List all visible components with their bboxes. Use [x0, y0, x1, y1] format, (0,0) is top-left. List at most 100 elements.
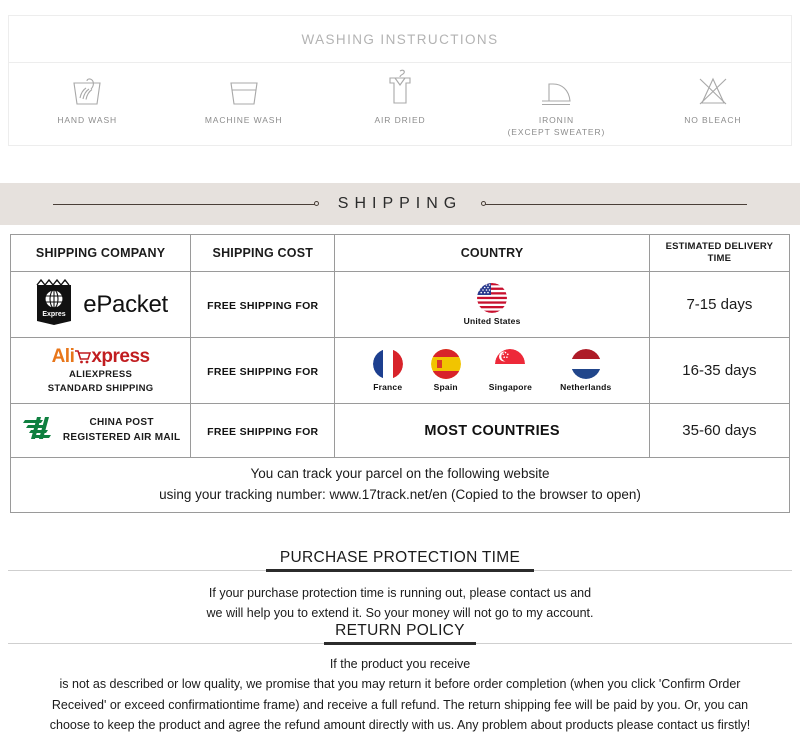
- washing-item-label: IRONIN: [538, 115, 574, 125]
- country-united-states: United States: [464, 283, 521, 326]
- return-policy-body: If the product you receive is not as des…: [0, 648, 800, 735]
- country-name: United States: [463, 316, 521, 326]
- svg-text:Expres: Expres: [43, 311, 66, 318]
- cell-countries: MOST COUNTRIES: [334, 403, 650, 458]
- shipping-banner-title: SHIPPING: [337, 195, 463, 212]
- return-policy-title: RETURN POLICY: [327, 622, 473, 640]
- no-bleach-icon: [635, 69, 791, 109]
- washing-icons-row: HAND WASH MACHINE WASH AIR DRIED IRONIN …: [9, 63, 791, 145]
- carrier-sub-line1: CHINA POST: [89, 417, 154, 428]
- tracking-line-2: using your tracking number: www.17track.…: [159, 486, 641, 502]
- cost-label: FREE SHIPPING FOR: [207, 425, 319, 438]
- shipping-table: SHIPPING COMPANY SHIPPING COST COUNTRY E…: [9, 234, 791, 513]
- washing-item-machine-wash: MACHINE WASH: [165, 69, 321, 126]
- carrier-sub-line2: REGISTERED AIR MAIL: [62, 431, 181, 443]
- purchase-protection-line-1: If your purchase protection time is runn…: [208, 586, 592, 600]
- flag-sg-icon: [495, 349, 526, 379]
- aliexpress-logo: Ali xpress: [51, 345, 151, 368]
- washing-item-hand-wash: HAND WASH: [9, 69, 165, 126]
- eta-label: 7-15 days: [686, 295, 753, 313]
- flag-nl-icon: [570, 349, 601, 379]
- heading-rule-accent: [324, 642, 476, 645]
- header-shipping-company: SHIPPING COMPANY: [9, 234, 192, 272]
- washing-item-label: AIR DRIED: [374, 115, 426, 125]
- purchase-protection-line-2: we will help you to extend it. So your m…: [206, 606, 594, 621]
- cell-cost: FREE SHIPPING FOR: [190, 337, 336, 404]
- banner-line-right: [481, 200, 748, 206]
- cell-carrier-aliexpress: Ali xpress ALIEXPRESS STANDARD SHIPPING: [9, 337, 192, 404]
- washing-item-label: MACHINE WASH: [204, 115, 283, 125]
- table-row: CHINA POST REGISTERED AIR MAIL FREE SHIP…: [9, 403, 791, 458]
- washing-item-label: HAND WASH: [57, 115, 118, 125]
- header-shipping-cost: SHIPPING COST: [190, 234, 336, 272]
- return-policy-line-3: Received' or exceed confirmationtime fra…: [51, 697, 749, 712]
- washing-instructions-title: WASHING INSTRUCTIONS: [9, 16, 791, 63]
- air-dried-icon: [322, 69, 478, 109]
- banner-line-left: [52, 200, 319, 206]
- return-policy-line-2: is not as described or low quality, we p…: [59, 677, 741, 692]
- table-row: Expres ePacket FREE SHIPPING FOR United …: [9, 271, 791, 338]
- cell-eta: 35-60 days: [648, 403, 791, 458]
- country-france: France: [372, 349, 403, 392]
- aliexpress-wordmark-ali: Ali: [51, 345, 75, 367]
- country-text: MOST COUNTRIES: [424, 422, 560, 439]
- country-name: Netherlands: [560, 382, 612, 392]
- aliexpress-wordmark-xpress: xpress: [91, 345, 150, 367]
- cell-cost: FREE SHIPPING FOR: [190, 271, 336, 338]
- country-netherlands: Netherlands: [560, 349, 611, 392]
- flag-fr-icon: [372, 349, 403, 379]
- header-country: COUNTRY: [334, 234, 650, 272]
- shipping-banner: SHIPPING: [0, 183, 800, 225]
- cell-carrier-epacket: Expres ePacket: [9, 271, 192, 338]
- flag-es-icon: [430, 349, 461, 379]
- purchase-protection-title: PURCHASE PROTECTION TIME: [271, 549, 529, 567]
- return-policy-line-4: choose to keep the product and agree the…: [49, 717, 751, 732]
- washing-instructions-panel: WASHING INSTRUCTIONS HAND WASH MACHINE W…: [8, 15, 792, 146]
- eta-label: 16-35 days: [682, 361, 757, 379]
- country-singapore: Singapore: [489, 349, 532, 392]
- carrier-sub-line1: ALIEXPRESS: [69, 368, 133, 380]
- purchase-protection-section: PURCHASE PROTECTION TIME If your purchas…: [0, 549, 800, 624]
- return-policy-line-1: If the product you receive: [329, 657, 471, 671]
- cost-label: FREE SHIPPING FOR: [207, 299, 319, 312]
- country-spain: Spain: [430, 349, 461, 392]
- return-policy-section: RETURN POLICY If the product you receive…: [0, 622, 800, 735]
- table-header-row: SHIPPING COMPANY SHIPPING COST COUNTRY E…: [9, 234, 791, 272]
- cell-eta: 7-15 days: [648, 271, 791, 338]
- cost-label: FREE SHIPPING FOR: [207, 365, 319, 378]
- banner-dot-right: [481, 200, 487, 206]
- country-name: Singapore: [488, 382, 533, 392]
- cell-eta: 16-35 days: [648, 337, 791, 404]
- flag-us-icon: [477, 283, 508, 313]
- heading-rule-accent: [266, 569, 534, 572]
- purchase-protection-body: If your purchase protection time is runn…: [0, 575, 800, 624]
- china-post-logo: [21, 413, 55, 448]
- washing-item-label: NO BLEACH: [684, 115, 742, 125]
- washing-item-no-bleach: NO BLEACH: [635, 69, 791, 126]
- cell-tracking-info: You can track your parcel on the followi…: [10, 457, 790, 513]
- banner-dot-left: [313, 200, 319, 206]
- return-policy-heading: RETURN POLICY: [0, 622, 800, 648]
- washing-item-air-dried: AIR DRIED: [322, 69, 478, 126]
- header-estimated-delivery-time: ESTIMATED DELIVERY TIME: [648, 234, 791, 272]
- carrier-sub-line2: STANDARD SHIPPING: [47, 382, 154, 394]
- washing-item-label-secondary: (EXCEPT SWEATER): [507, 127, 606, 138]
- epacket-logo: Expres: [33, 278, 75, 330]
- cell-countries: United States: [334, 271, 650, 338]
- header-eta-line2: TIME: [707, 253, 732, 264]
- country-name: France: [373, 382, 403, 392]
- iron-icon: [478, 69, 634, 109]
- machine-wash-icon: [165, 69, 321, 109]
- country-name: Spain: [433, 382, 458, 392]
- tracking-line-1: You can track your parcel on the followi…: [250, 466, 550, 481]
- purchase-protection-heading: PURCHASE PROTECTION TIME: [0, 549, 800, 575]
- table-row: Ali xpress ALIEXPRESS STANDARD SHIPPING F…: [9, 337, 791, 404]
- cell-cost: FREE SHIPPING FOR: [190, 403, 336, 458]
- eta-label: 35-60 days: [682, 421, 757, 439]
- epacket-wordmark: ePacket: [83, 290, 168, 318]
- header-eta-line1: ESTIMATED DELIVERY: [665, 241, 774, 253]
- cell-countries: France Spain Singapore Netherlands: [334, 337, 650, 404]
- cell-carrier-china-post: CHINA POST REGISTERED AIR MAIL: [9, 403, 192, 458]
- table-row-tracking: You can track your parcel on the followi…: [10, 457, 790, 513]
- hand-wash-icon: [9, 69, 165, 109]
